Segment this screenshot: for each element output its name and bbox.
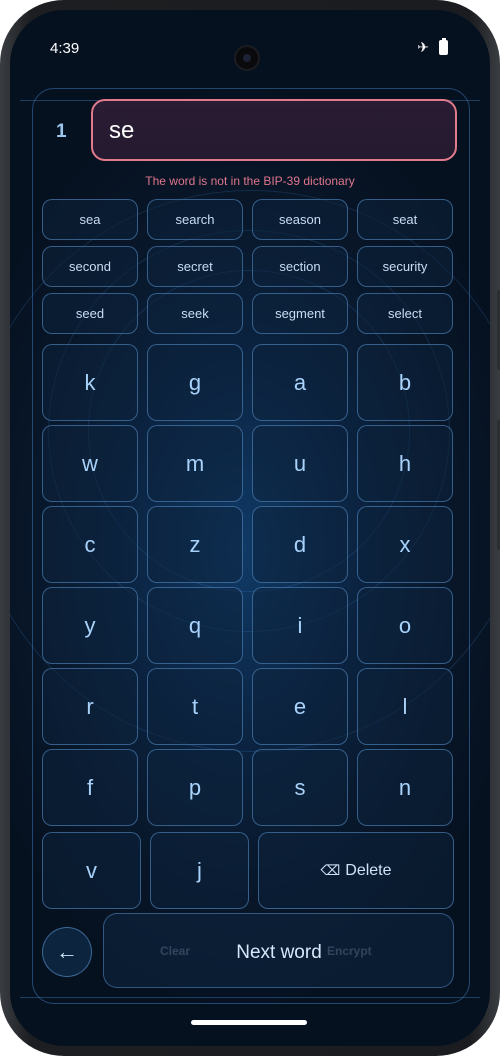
backspace-icon: ⌫ [320,862,341,878]
key[interactable]: m [147,425,243,502]
battery-icon [439,38,448,55]
suggestion-chip[interactable]: seed [42,293,138,334]
suggestion-chip[interactable]: search [147,199,243,240]
suggestion-chip[interactable]: secret [147,246,243,287]
key[interactable]: z [147,506,243,583]
key[interactable]: h [357,425,453,502]
action-bar: Clear Next word Encrypt [103,913,454,988]
key[interactable]: g [147,344,243,421]
key[interactable]: v [42,832,141,909]
word-index: 1 [56,121,67,142]
key[interactable]: a [252,344,348,421]
key[interactable]: e [252,668,348,745]
key[interactable]: o [357,587,453,664]
suggestion-chip[interactable]: second [42,246,138,287]
suggestion-chip[interactable]: seek [147,293,243,334]
suggestion-chip[interactable]: sea [42,199,138,240]
suggestion-chip[interactable]: season [252,199,348,240]
camera-cutout [236,47,258,69]
airplane-mode-icon: ✈ [417,39,429,55]
suggestion-chip[interactable]: section [252,246,348,287]
suggestion-chip[interactable]: segment [252,293,348,334]
key[interactable]: p [147,749,243,826]
key[interactable]: i [252,587,348,664]
key[interactable]: d [252,506,348,583]
key[interactable]: b [357,344,453,421]
status-time: 4:39 [50,40,80,57]
next-word-button[interactable]: Next word [214,938,344,968]
delete-label: Delete [345,861,392,879]
divider [20,997,480,998]
phone-frame: 4:39 ✈ 1 se The word is not in the BIP-3… [0,0,500,1056]
home-indicator[interactable] [191,1020,307,1025]
key[interactable]: k [42,344,138,421]
key[interactable]: r [42,668,138,745]
key[interactable]: y [42,587,138,664]
status-icons: ✈ [417,38,448,56]
encrypt-button[interactable]: Encrypt [327,944,372,958]
arrow-left-icon: ← [56,939,78,964]
screen: 4:39 ✈ 1 se The word is not in the BIP-3… [10,10,490,1046]
key[interactable]: q [147,587,243,664]
key[interactable]: l [357,668,453,745]
key[interactable]: s [252,749,348,826]
key[interactable]: u [252,425,348,502]
key[interactable]: x [357,506,453,583]
key[interactable]: f [42,749,138,826]
delete-button[interactable]: ⌫ Delete [258,832,454,909]
suggestion-chip[interactable]: security [357,246,453,287]
suggestion-chip[interactable]: select [357,293,453,334]
key[interactable]: n [357,749,453,826]
back-button[interactable]: ← [42,927,92,977]
key[interactable]: c [42,506,138,583]
clear-button[interactable]: Clear [160,944,190,958]
key[interactable]: t [147,668,243,745]
key[interactable]: w [42,425,138,502]
error-message: The word is not in the BIP-39 dictionary [145,174,355,188]
word-input[interactable]: se [91,99,457,161]
status-bar: 4:39 ✈ [10,10,490,70]
suggestion-chip[interactable]: seat [357,199,453,240]
key[interactable]: j [150,832,249,909]
